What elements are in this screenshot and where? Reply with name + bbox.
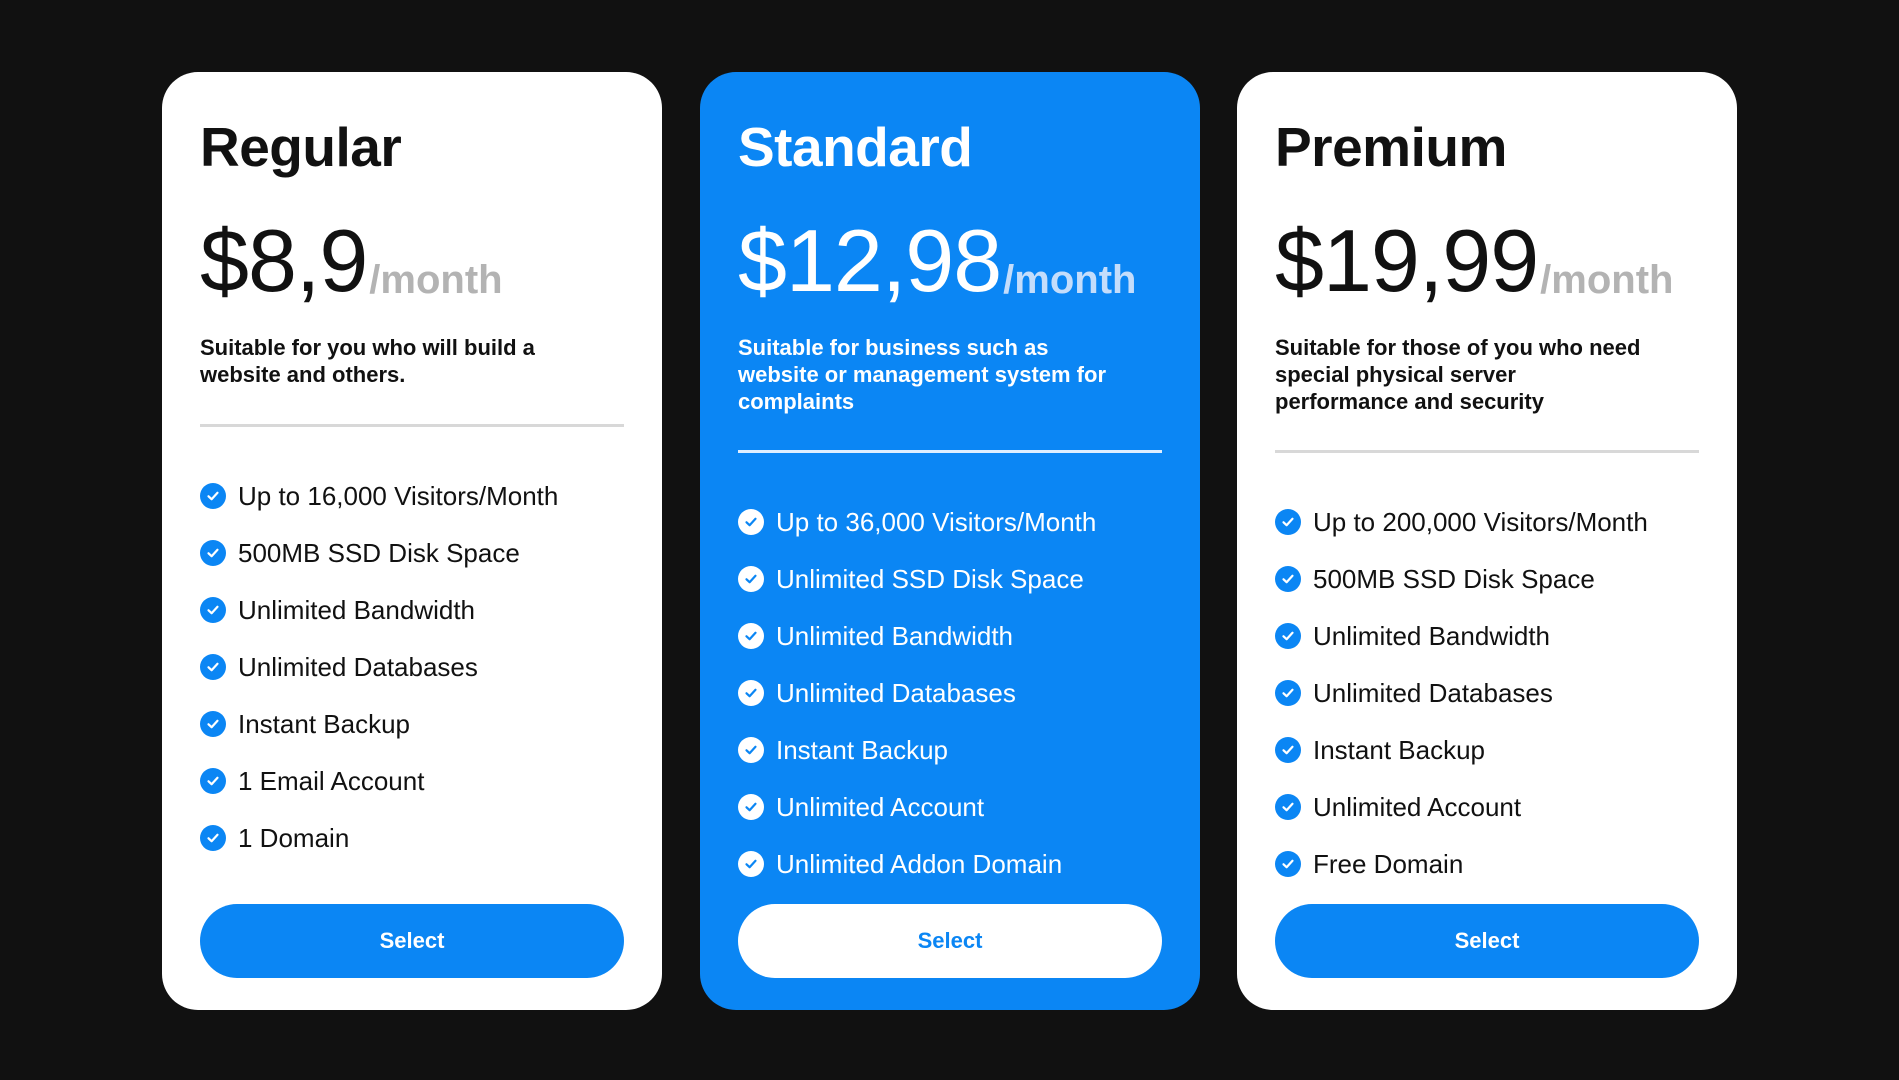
feature-item: Up to 200,000 Visitors/Month xyxy=(1275,493,1699,550)
feature-label: Instant Backup xyxy=(1313,734,1485,765)
feature-item: Unlimited Addon Domain xyxy=(738,835,1162,892)
plan-card-regular: Regular $8,9 /month Suitable for you who… xyxy=(162,72,662,1010)
plan-description: Suitable for business such as website or… xyxy=(738,335,1107,414)
feature-label: Instant Backup xyxy=(776,734,948,765)
check-circle-icon xyxy=(738,622,764,649)
select-button-premium[interactable]: Select xyxy=(1275,904,1699,978)
feature-item: Unlimited Databases xyxy=(1275,664,1699,721)
feature-item: Unlimited Bandwidth xyxy=(200,581,624,638)
check-circle-icon xyxy=(1275,736,1301,763)
plan-description: Suitable for you who will build a websit… xyxy=(200,335,535,387)
divider xyxy=(1275,450,1699,453)
feature-label: Unlimited Databases xyxy=(1313,677,1553,708)
price-row: $8,9 /month xyxy=(200,206,624,306)
price-period: /month xyxy=(1003,258,1137,302)
feature-label: Free Domain xyxy=(1313,848,1464,879)
feature-item: 1 Email Account xyxy=(200,752,624,809)
feature-label: Up to 200,000 Visitors/Month xyxy=(1313,506,1648,537)
feature-label: Up to 36,000 Visitors/Month xyxy=(776,506,1097,537)
price-period: /month xyxy=(369,258,503,302)
feature-item: Unlimited Databases xyxy=(738,664,1162,721)
check-circle-icon xyxy=(1275,793,1301,820)
feature-label: Unlimited SSD Disk Space xyxy=(776,563,1084,594)
price-row: $12,98 /month xyxy=(738,206,1162,306)
feature-label: Unlimited Bandwidth xyxy=(776,620,1014,651)
feature-item: Unlimited Bandwidth xyxy=(1275,607,1699,664)
check-circle-icon xyxy=(200,824,226,851)
feature-label: Unlimited Databases xyxy=(238,651,478,682)
feature-item: Up to 36,000 Visitors/Month xyxy=(738,493,1162,550)
check-circle-icon xyxy=(200,539,226,566)
feature-list: Up to 200,000 Visitors/Month 500MB SSD D… xyxy=(1275,493,1699,892)
plan-price: $12,98 xyxy=(738,211,1002,310)
feature-label: Unlimited Account xyxy=(776,791,985,822)
check-circle-icon xyxy=(200,653,226,680)
feature-label: Unlimited Bandwidth xyxy=(238,594,476,625)
feature-label: Instant Backup xyxy=(238,708,410,739)
check-circle-icon xyxy=(738,508,764,535)
plan-description: Suitable for those of you who need speci… xyxy=(1275,335,1641,414)
check-circle-icon xyxy=(738,793,764,820)
check-circle-icon xyxy=(200,482,226,509)
plan-card-premium: Premium $19,99 /month Suitable for those… xyxy=(1237,72,1737,1010)
feature-list: Up to 36,000 Visitors/Month Unlimited SS… xyxy=(738,493,1162,892)
feature-label: 500MB SSD Disk Space xyxy=(238,537,520,568)
divider xyxy=(738,450,1162,453)
select-button-standard[interactable]: Select xyxy=(738,904,1162,978)
select-button-regular[interactable]: Select xyxy=(200,904,624,978)
feature-label: Unlimited Addon Domain xyxy=(776,848,1063,879)
feature-label: Up to 16,000 Visitors/Month xyxy=(238,480,559,511)
feature-label: 1 Domain xyxy=(238,822,350,853)
feature-item: Unlimited Bandwidth xyxy=(738,607,1162,664)
feature-item: 1 Domain xyxy=(200,809,624,866)
plan-price: $8,9 xyxy=(200,211,368,310)
price-row: $19,99 /month xyxy=(1275,206,1699,306)
feature-list: Up to 16,000 Visitors/Month 500MB SSD Di… xyxy=(200,467,624,866)
feature-item: 500MB SSD Disk Space xyxy=(1275,550,1699,607)
feature-item: Unlimited Account xyxy=(738,778,1162,835)
check-circle-icon xyxy=(1275,508,1301,535)
check-circle-icon xyxy=(200,710,226,737)
plan-name: Regular xyxy=(200,116,402,178)
feature-label: 500MB SSD Disk Space xyxy=(1313,563,1595,594)
feature-item: Unlimited Account xyxy=(1275,778,1699,835)
feature-item: Instant Backup xyxy=(1275,721,1699,778)
check-circle-icon xyxy=(738,850,764,877)
plan-name: Premium xyxy=(1275,116,1507,178)
feature-item: Instant Backup xyxy=(200,695,624,752)
check-circle-icon xyxy=(200,767,226,794)
divider xyxy=(200,424,624,427)
check-circle-icon xyxy=(738,736,764,763)
pricing-section: Regular $8,9 /month Suitable for you who… xyxy=(0,0,1899,1080)
price-period: /month xyxy=(1540,258,1674,302)
check-circle-icon xyxy=(738,679,764,706)
check-circle-icon xyxy=(1275,850,1301,877)
plan-name: Standard xyxy=(738,116,973,178)
feature-item: Free Domain xyxy=(1275,835,1699,892)
check-circle-icon xyxy=(200,596,226,623)
feature-label: Unlimited Databases xyxy=(776,677,1016,708)
check-circle-icon xyxy=(1275,565,1301,592)
feature-item: Unlimited SSD Disk Space xyxy=(738,550,1162,607)
feature-label: Unlimited Bandwidth xyxy=(1313,620,1551,651)
feature-item: Up to 16,000 Visitors/Month xyxy=(200,467,624,524)
plan-card-standard: Standard $12,98 /month Suitable for busi… xyxy=(700,72,1200,1010)
check-circle-icon xyxy=(1275,622,1301,649)
feature-item: 500MB SSD Disk Space xyxy=(200,524,624,581)
check-circle-icon xyxy=(738,565,764,592)
feature-item: Unlimited Databases xyxy=(200,638,624,695)
plan-price: $19,99 xyxy=(1275,211,1539,310)
feature-label: 1 Email Account xyxy=(238,765,425,796)
check-circle-icon xyxy=(1275,679,1301,706)
feature-item: Instant Backup xyxy=(738,721,1162,778)
feature-label: Unlimited Account xyxy=(1313,791,1522,822)
